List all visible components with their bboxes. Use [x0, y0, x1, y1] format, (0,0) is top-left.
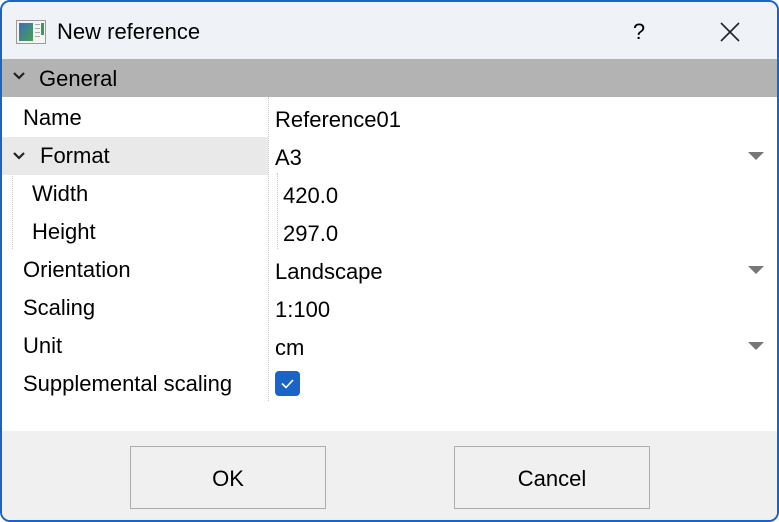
property-label: Width — [32, 181, 89, 206]
chevron-down-icon[interactable] — [12, 151, 26, 161]
property-label: Orientation — [23, 257, 131, 282]
section-label: General — [39, 66, 118, 91]
dropdown-arrow-icon[interactable] — [748, 342, 764, 350]
window-icon — [16, 20, 46, 44]
cancel-button[interactable]: Cancel — [454, 446, 650, 509]
unit-select[interactable]: cm — [275, 335, 304, 361]
title-bar: New reference ? — [2, 2, 777, 59]
checkmark-icon — [281, 379, 294, 389]
button-bar: OK Cancel — [2, 431, 777, 520]
property-row-height: Height 297.0 — [2, 213, 777, 251]
supplemental-scaling-checkbox[interactable] — [275, 371, 300, 396]
dropdown-arrow-icon[interactable] — [748, 266, 764, 274]
section-general[interactable]: General — [2, 59, 777, 97]
property-label: Unit — [23, 333, 63, 358]
width-input[interactable]: 420.0 — [283, 183, 338, 209]
orientation-select[interactable]: Landscape — [275, 259, 383, 285]
window-title: New reference — [57, 19, 201, 44]
property-label: Height — [32, 219, 96, 244]
name-input[interactable]: Reference01 — [275, 107, 401, 133]
property-row-scaling: Scaling 1:100 — [2, 289, 777, 327]
property-label: Scaling — [23, 295, 96, 320]
property-row-format: Format A3 — [2, 137, 777, 175]
property-label: Supplemental scaling — [23, 371, 233, 396]
property-row-width: Width 420.0 — [2, 175, 777, 213]
scaling-input[interactable]: 1:100 — [275, 297, 330, 323]
close-button[interactable] — [702, 12, 758, 52]
property-row-orientation: Orientation Landscape — [2, 251, 777, 289]
property-row-supplemental-scaling: Supplemental scaling — [2, 365, 777, 403]
chevron-down-icon — [13, 72, 25, 80]
format-select[interactable]: A3 — [275, 145, 302, 171]
height-input[interactable]: 297.0 — [283, 221, 338, 247]
ok-button[interactable]: OK — [130, 446, 326, 509]
property-label: Name — [23, 105, 82, 130]
dropdown-arrow-icon[interactable] — [748, 152, 764, 160]
property-row-name: Name Reference01 — [2, 99, 777, 137]
property-row-unit: Unit cm — [2, 327, 777, 365]
help-button[interactable]: ? — [614, 12, 664, 52]
property-label: Format — [40, 143, 110, 168]
close-icon — [720, 22, 740, 42]
dialog-window: New reference ? General Name Reference01… — [0, 0, 779, 522]
